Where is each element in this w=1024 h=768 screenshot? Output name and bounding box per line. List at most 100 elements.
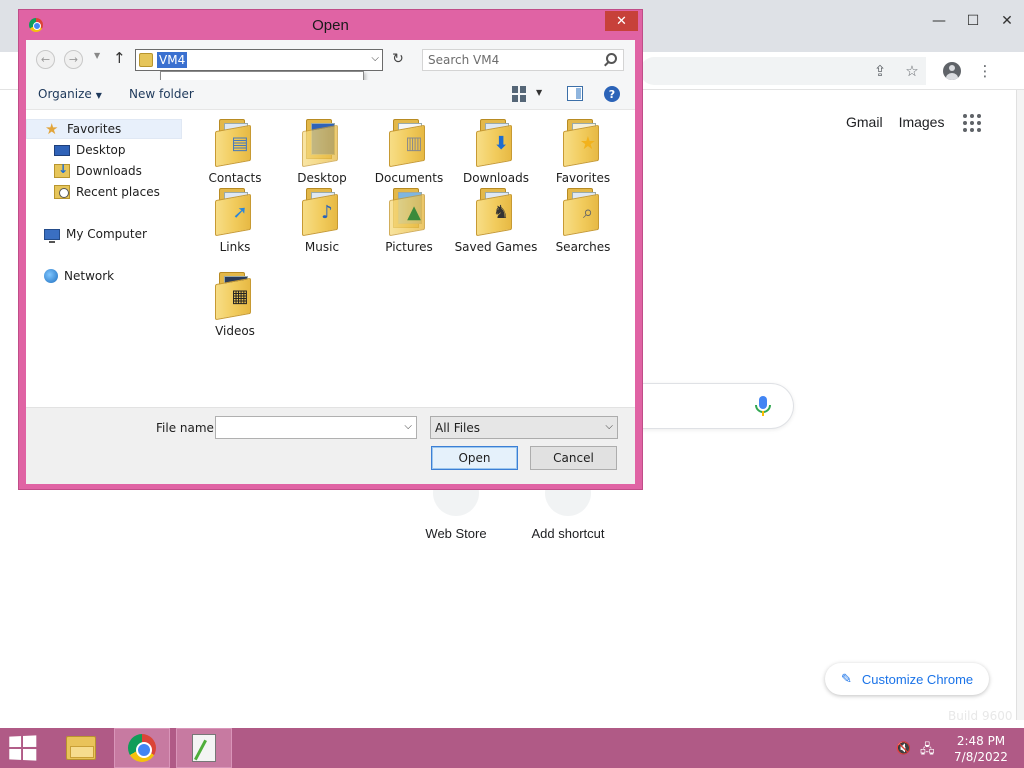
build-watermark: Build 9600 xyxy=(948,709,1013,723)
folder-item[interactable]: ♞ Saved Games xyxy=(454,188,538,255)
preview-pane-icon[interactable] xyxy=(567,86,583,101)
nav-item-label: Favorites xyxy=(67,122,122,136)
nav-item-label: Recent places xyxy=(76,185,160,199)
folder-name: Documents xyxy=(374,171,444,185)
folder-item[interactable]: ▥ Documents xyxy=(367,119,451,186)
nav-my-computer[interactable]: My Computer xyxy=(44,224,147,244)
videos-folder-icon: ▦ xyxy=(215,272,255,321)
notepad-icon xyxy=(192,734,216,762)
folder-name: Contacts xyxy=(208,171,262,185)
microphone-icon[interactable] xyxy=(754,395,772,417)
customize-chrome-button[interactable]: ✎ Customize Chrome xyxy=(825,663,989,695)
chevron-down-icon: ▼ xyxy=(95,91,102,100)
star-icon: ★ xyxy=(45,120,59,138)
folder-item[interactable]: ♪ Music xyxy=(280,188,364,255)
file-type-select[interactable]: All Files ⌵ xyxy=(430,416,618,439)
nav-downloads[interactable]: Downloads xyxy=(54,161,142,181)
refresh-icon[interactable]: ↻ xyxy=(389,50,407,68)
gmail-link[interactable]: Gmail xyxy=(846,114,883,130)
dialog-title: Open xyxy=(312,17,349,34)
nav-item-label: My Computer xyxy=(66,227,147,241)
page-scrollbar[interactable] xyxy=(1016,90,1024,720)
up-arrow-icon[interactable]: ↑ xyxy=(113,49,126,67)
folder-item[interactable]: ★ Favorites xyxy=(541,119,625,186)
maximize-icon[interactable]: ☐ xyxy=(956,6,990,36)
nav-desktop[interactable]: Desktop xyxy=(54,140,126,160)
view-chevron-down-icon[interactable]: ▼ xyxy=(536,88,542,97)
address-current-location[interactable]: VM4 xyxy=(157,52,188,68)
folder-name: Desktop xyxy=(297,171,347,185)
dialog-body: ← → ▼ ↑ VM4 ⌵ ↻ Organize▼ New folder ▼ ? xyxy=(26,40,635,484)
organize-button[interactable]: Organize ▼ xyxy=(38,87,102,101)
nav-item-label: Downloads xyxy=(76,164,142,178)
search-input[interactable] xyxy=(428,52,598,68)
shortcut-label: Web Store xyxy=(425,526,487,541)
search-box[interactable] xyxy=(422,49,624,71)
search-icon[interactable] xyxy=(606,53,617,64)
shortcut-label: Add shortcut xyxy=(531,526,605,541)
profile-avatar-icon[interactable] xyxy=(942,61,962,81)
network-tray-icon[interactable]: 🖧 xyxy=(920,740,936,757)
file-type-chevron-down-icon[interactable]: ⌵ xyxy=(605,421,613,432)
system-clock[interactable]: 2:48 PM 7/8/2022 xyxy=(950,733,1012,765)
file-type-value: All Files xyxy=(435,421,481,435)
taskbar xyxy=(0,728,1024,768)
open-file-dialog: Open ✕ ← → ▼ ↑ VM4 ⌵ ↻ Organize▼ New fol… xyxy=(18,9,643,490)
back-button[interactable]: ← xyxy=(36,50,55,69)
file-name-chevron-down-icon[interactable]: ⌵ xyxy=(404,421,412,432)
address-bar[interactable]: VM4 ⌵ xyxy=(135,49,383,71)
nav-favorites[interactable]: ★ Favorites xyxy=(26,119,182,139)
change-view-icon[interactable] xyxy=(512,86,528,102)
nav-recent-places[interactable]: Recent places xyxy=(54,182,160,202)
folder-item[interactable]: ▦ Videos xyxy=(193,272,277,339)
taskbar-google-chrome[interactable] xyxy=(114,728,170,768)
folder-name: Saved Games xyxy=(454,240,538,254)
folder-item[interactable]: ⌕ Searches xyxy=(541,188,625,255)
minimize-icon[interactable]: — xyxy=(922,6,956,36)
dialog-footer: File name: ⌵ All Files ⌵ Open Cancel xyxy=(26,407,635,484)
arrow-left-icon: ← xyxy=(40,53,51,66)
recent-places-icon xyxy=(54,185,70,199)
menu-kebab-icon[interactable]: ⋮ xyxy=(975,61,995,81)
address-chevron-down-icon[interactable]: ⌵ xyxy=(371,53,379,64)
desktop-folder-icon xyxy=(302,119,342,168)
favorites-folder-icon: ★ xyxy=(563,119,603,168)
nav-network[interactable]: Network xyxy=(44,266,114,286)
bookmark-star-icon[interactable]: ☆ xyxy=(902,61,922,81)
cancel-button[interactable]: Cancel xyxy=(530,446,617,470)
folder-item[interactable]: ▲ Pictures xyxy=(367,188,451,255)
file-name-label: File name: xyxy=(156,421,218,435)
dialog-close-button[interactable]: ✕ xyxy=(605,11,638,31)
folder-item[interactable]: ⬇ Downloads xyxy=(454,119,538,186)
speaker-muted-icon[interactable]: 🔇 xyxy=(896,741,912,755)
file-name-combobox[interactable]: ⌵ xyxy=(215,416,417,439)
images-link[interactable]: Images xyxy=(899,114,945,130)
folder-item[interactable]: ➚ Links xyxy=(193,188,277,255)
help-icon[interactable]: ? xyxy=(604,86,620,102)
recent-locations-chevron-down-icon[interactable]: ▼ xyxy=(94,51,100,60)
open-button[interactable]: Open xyxy=(431,446,518,470)
arrow-right-icon: → xyxy=(68,53,79,66)
file-name-input[interactable] xyxy=(219,420,394,435)
file-list-pane: ▤ Contacts Desktop ▥ Documents ⬇ Downloa… xyxy=(183,111,635,407)
folder-item[interactable]: Desktop xyxy=(280,119,364,186)
folder-name: Links xyxy=(219,240,251,254)
google-header-links: Gmail Images xyxy=(846,114,944,130)
taskbar-notepad[interactable] xyxy=(176,728,232,768)
dialog-titlebar[interactable]: Open ✕ xyxy=(19,10,642,40)
share-icon[interactable]: ⇪ xyxy=(870,61,890,81)
folder-name: Pictures xyxy=(385,240,433,254)
new-folder-button[interactable]: New folder xyxy=(129,87,194,101)
taskbar-file-explorer[interactable] xyxy=(53,728,109,768)
chrome-icon xyxy=(128,734,156,762)
downloads-icon xyxy=(54,162,70,178)
nav-item-label: Network xyxy=(64,269,115,283)
organize-label: Organize xyxy=(38,87,92,101)
windows-start-icon[interactable] xyxy=(9,735,38,761)
forward-button[interactable]: → xyxy=(64,50,83,69)
folder-item[interactable]: ▤ Contacts xyxy=(193,119,277,186)
google-apps-grid-icon[interactable] xyxy=(963,114,981,132)
clock-time: 2:48 PM xyxy=(956,734,1006,748)
close-icon[interactable]: ✕ xyxy=(990,6,1024,36)
folder-name: Music xyxy=(304,240,340,254)
